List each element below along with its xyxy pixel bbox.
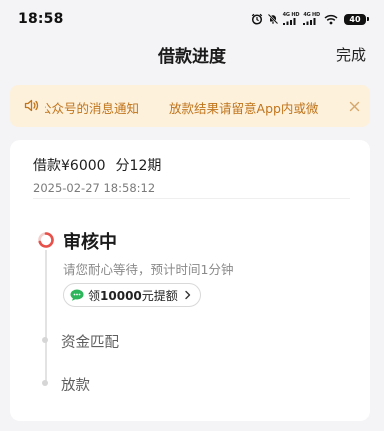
chevron-right-icon xyxy=(184,290,192,300)
progress-timeline: 审核中 请您耐心等待，预计时间1分钟 领10000元提额 资金匹配 放款 xyxy=(10,140,370,421)
chip-amount: 10000 xyxy=(100,288,142,303)
step-dot xyxy=(42,380,48,386)
signal-icon: 4G HD xyxy=(282,13,300,25)
wifi-icon xyxy=(324,14,338,25)
notice-text-a: 公众号的消息通知 xyxy=(45,101,140,116)
mute-icon xyxy=(267,13,279,25)
close-icon[interactable] xyxy=(349,97,360,116)
page-title: 借款进度 xyxy=(158,46,226,67)
signal-icon: 4G HD xyxy=(303,13,320,25)
loan-progress-card: 借款¥6000 分12期 2025-02-27 18:58:12 审核中 请您耐… xyxy=(10,140,370,421)
chip-label: 领10000元提额 xyxy=(88,288,178,303)
battery-icon: 40 xyxy=(344,13,369,25)
step-fund-matching: 资金匹配 xyxy=(61,335,119,351)
done-button[interactable]: 完成 xyxy=(336,44,366,65)
notice-text-b: 放款结果请留意App内或微 xyxy=(169,101,319,116)
step-reviewing-title: 审核中 xyxy=(63,232,117,253)
status-icons: 4G HD 4G HD 40 xyxy=(251,13,369,25)
status-time: 18:58 xyxy=(18,11,64,27)
notice-marquee: 公众号的消息通知 放款结果请留意App内或微 xyxy=(45,96,341,116)
step-disbursement: 放款 xyxy=(61,378,90,394)
alarm-icon xyxy=(251,13,263,25)
notice-banner[interactable]: 公众号的消息通知 放款结果请留意App内或微 xyxy=(10,85,370,127)
speaker-icon xyxy=(24,97,39,116)
step-reviewing-desc: 请您耐心等待，预计时间1分钟 xyxy=(63,262,234,277)
nav-bar: 借款进度 完成 xyxy=(0,38,384,70)
step-dot xyxy=(42,337,48,343)
chat-bubble-icon xyxy=(70,289,84,301)
timeline-line xyxy=(45,250,47,384)
credit-increase-chip[interactable]: 领10000元提额 xyxy=(63,283,201,307)
status-bar: 18:58 4G HD 4G HD 40 xyxy=(0,0,384,38)
loading-ring-icon xyxy=(37,231,55,253)
